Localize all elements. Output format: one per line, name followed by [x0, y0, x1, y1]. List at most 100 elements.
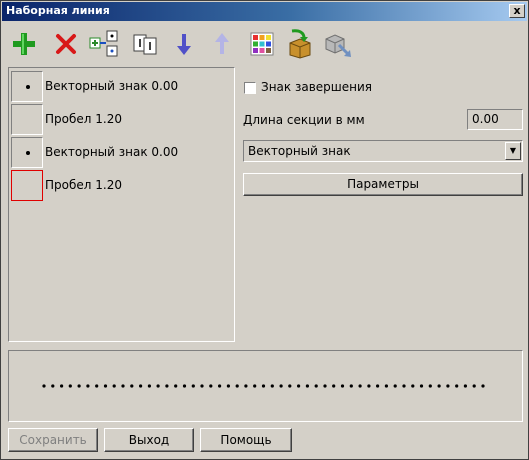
move-down-icon — [177, 34, 191, 55]
preview-dot — [42, 384, 46, 388]
move-down-button[interactable] — [169, 29, 199, 59]
section-length-label: Длина секции в мм — [243, 113, 365, 127]
preview-dot — [270, 384, 274, 388]
preview-dot — [261, 384, 266, 388]
preview-dot — [86, 384, 90, 388]
preview-dot — [288, 384, 292, 388]
preview-dot — [95, 384, 99, 388]
preview-dot — [139, 384, 143, 388]
list-item-label: Векторный знак 0.00 — [45, 79, 179, 93]
element-type-select[interactable]: Векторный знак ▼ — [243, 140, 523, 162]
add-button[interactable] — [9, 29, 39, 59]
list-item-label: Векторный знак 0.00 — [45, 145, 179, 159]
box-export-icon — [289, 29, 311, 59]
import-button[interactable] — [323, 29, 353, 59]
element-preview — [11, 71, 43, 102]
preview-dot — [68, 384, 72, 388]
preview-dot — [437, 384, 441, 388]
preview-dot — [446, 384, 450, 388]
preview-dot — [218, 384, 222, 388]
plus-icon — [13, 33, 35, 55]
preview-dot — [428, 384, 432, 388]
help-button[interactable]: Помощь — [200, 428, 292, 452]
preview-dot — [191, 384, 195, 388]
preview-dot — [358, 384, 362, 388]
preview-dot — [419, 384, 424, 388]
preview-dot — [77, 384, 81, 388]
preview-dot — [411, 384, 415, 388]
element-type-value: Векторный знак — [248, 144, 351, 158]
preview-dot — [332, 384, 336, 388]
preview-dot — [200, 384, 204, 388]
insert-space-button[interactable] — [131, 29, 161, 59]
space-icon — [133, 34, 157, 55]
preview-dot — [182, 384, 187, 388]
terminate-checkbox-label[interactable]: Знак завершения — [261, 80, 372, 94]
elements-list[interactable]: Векторный знак 0.00 Пробел 1.20 Векторны… — [8, 67, 235, 342]
preview-dot — [402, 384, 406, 388]
element-preview — [11, 137, 43, 168]
preview-dot — [314, 384, 318, 388]
preview-dot — [130, 384, 134, 388]
preview-dot — [209, 384, 213, 388]
dialog-window: Наборная линия x Векторный знак 0.00 Про… — [0, 0, 529, 460]
preview-dot — [376, 384, 380, 388]
preview-dot — [349, 384, 353, 388]
preview-dot — [463, 384, 467, 388]
preview-dot — [174, 384, 178, 388]
preview-dot — [472, 384, 476, 388]
close-button[interactable]: x — [509, 4, 525, 18]
preview-dot — [384, 384, 388, 388]
box-import-icon — [325, 34, 351, 57]
preview-dot — [244, 384, 248, 388]
preview-canvas — [42, 384, 485, 388]
section-length-input[interactable]: 0.00 — [467, 109, 523, 130]
preview-dot — [455, 384, 459, 388]
delete-icon — [56, 34, 76, 54]
element-preview — [11, 170, 43, 201]
preview-dot — [305, 384, 309, 388]
preview-dot — [340, 384, 345, 388]
title-bar[interactable]: Наборная линия x — [2, 2, 527, 21]
preview-dot — [279, 384, 283, 388]
move-up-button[interactable] — [207, 29, 237, 59]
element-preview — [11, 104, 43, 135]
list-item-selected[interactable]: Пробел 1.20 — [10, 169, 232, 201]
parameters-button[interactable]: Параметры — [243, 173, 523, 196]
dot-mark — [26, 85, 30, 89]
preview-dot — [226, 384, 230, 388]
dot-mark — [26, 151, 30, 155]
list-item[interactable]: Векторный знак 0.00 — [10, 136, 232, 168]
preview-dot — [393, 384, 397, 388]
line-preview — [8, 350, 523, 422]
preview-dot — [103, 384, 108, 388]
list-item[interactable]: Векторный знак 0.00 — [10, 70, 232, 102]
export-button[interactable] — [285, 29, 315, 59]
delete-button[interactable] — [51, 29, 81, 59]
window-title: Наборная линия — [6, 4, 110, 17]
move-up-icon — [215, 33, 229, 54]
exit-button[interactable]: Выход — [104, 428, 194, 452]
list-item[interactable]: Пробел 1.20 — [10, 103, 232, 135]
preview-dot — [367, 384, 371, 388]
chevron-down-icon[interactable]: ▼ — [505, 142, 521, 160]
preview-dot — [297, 384, 301, 388]
list-item-label: Пробел 1.20 — [45, 112, 122, 126]
color-button[interactable] — [247, 29, 277, 59]
preview-dot — [51, 384, 55, 388]
preview-dot — [112, 384, 116, 388]
color-palette-icon — [250, 32, 274, 56]
preview-dot — [235, 384, 239, 388]
preview-dot — [481, 384, 485, 388]
preview-dot — [253, 384, 257, 388]
preview-dot — [323, 384, 327, 388]
save-button[interactable]: Сохранить — [8, 428, 98, 452]
insert-element-button[interactable] — [89, 29, 119, 59]
insert-element-icon — [89, 30, 118, 57]
preview-dot — [121, 384, 125, 388]
preview-dot — [156, 384, 160, 388]
preview-dot — [60, 384, 64, 388]
preview-dot — [147, 384, 151, 388]
preview-dot — [165, 384, 169, 388]
terminate-checkbox[interactable] — [244, 82, 256, 94]
